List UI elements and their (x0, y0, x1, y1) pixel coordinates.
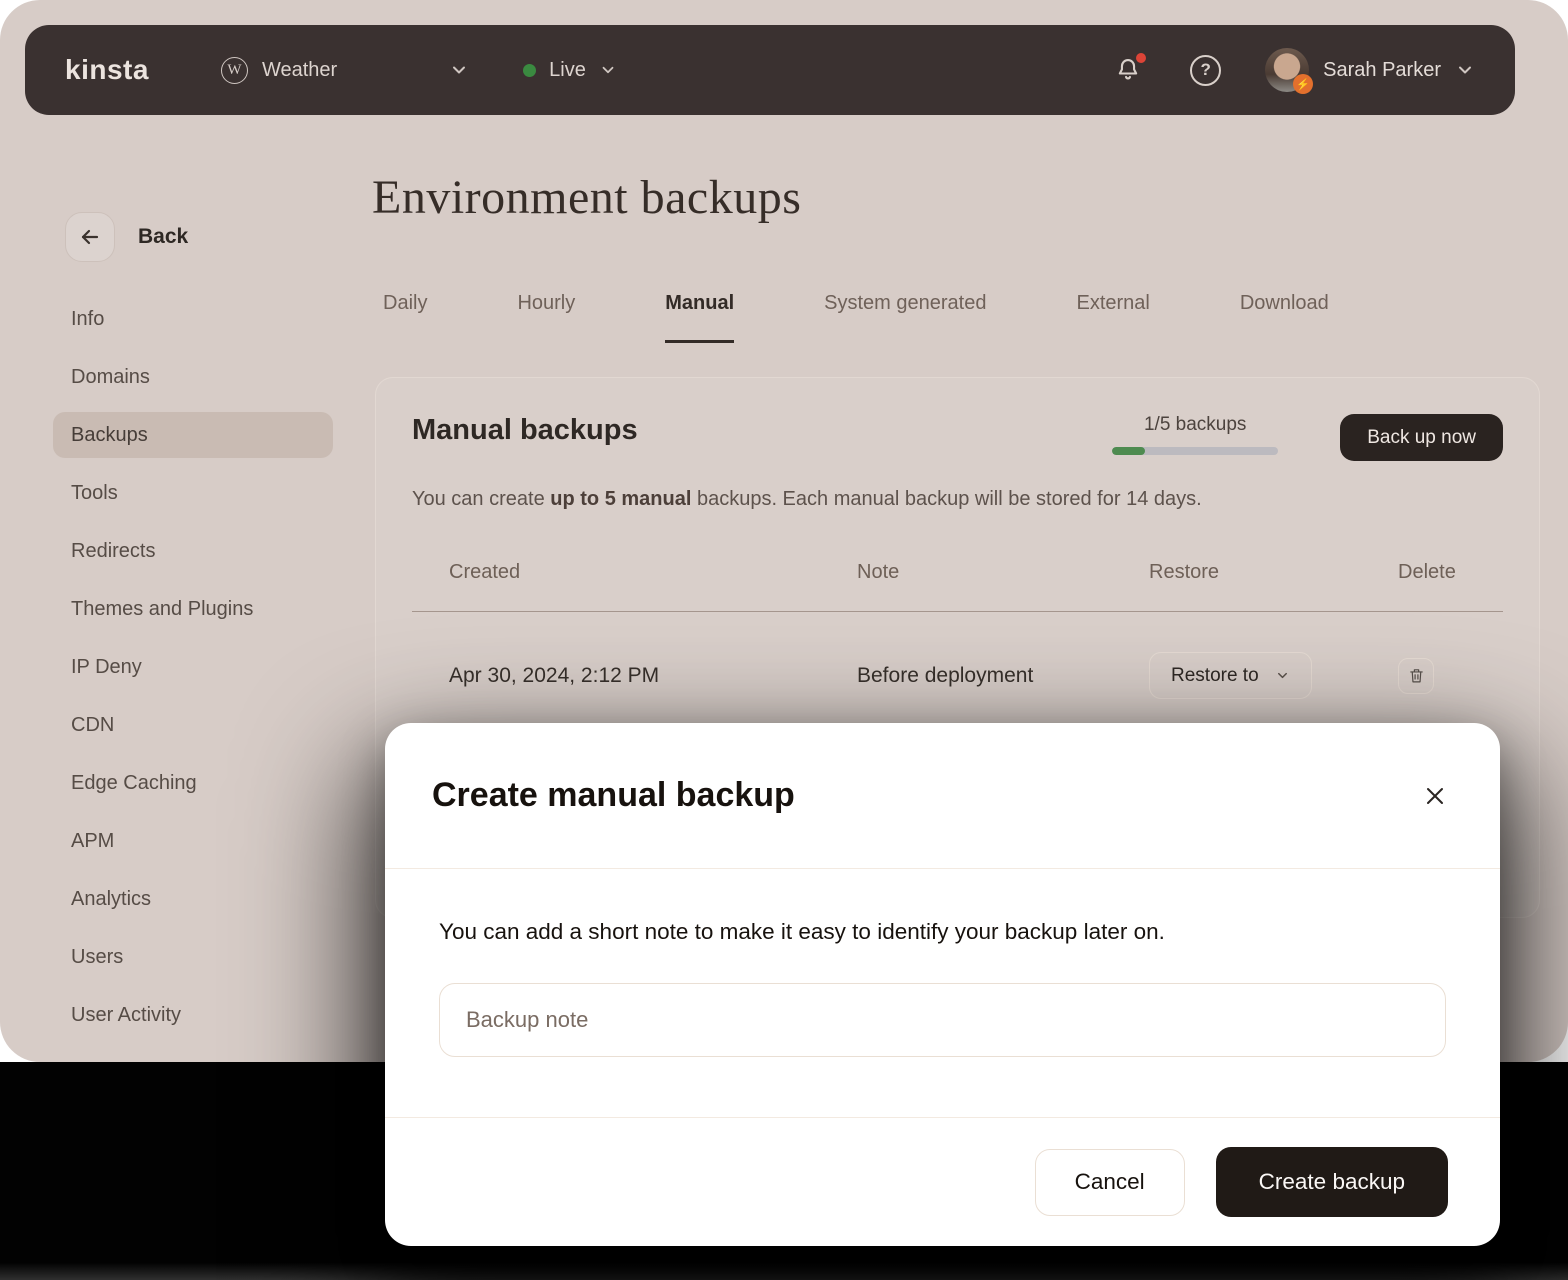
close-button[interactable] (1417, 778, 1453, 814)
sidebar-item-redirects[interactable]: Redirects (53, 528, 333, 574)
live-status-dot (523, 64, 536, 77)
sidebar-item-info[interactable]: Info (53, 296, 333, 342)
chevron-down-icon (599, 61, 617, 79)
chevron-down-icon (1275, 668, 1290, 683)
sidebar-item-apm[interactable]: APM (53, 818, 333, 864)
notification-dot (1136, 53, 1146, 63)
card-description-bold: up to 5 manual (550, 488, 691, 510)
tab-system-generated[interactable]: System generated (824, 292, 986, 343)
backup-quota-label: 1/5 backups (1112, 414, 1278, 436)
sidebar-item-users[interactable]: Users (53, 934, 333, 980)
environment-label: Live (549, 59, 586, 82)
tab-manual[interactable]: Manual (665, 292, 734, 343)
avatar: ⚡ (1265, 48, 1309, 92)
page-title: Environment backups (372, 170, 801, 225)
column-header-restore: Restore (1149, 561, 1398, 584)
sidebar-menu: Info Domains Backups Tools Redirects The… (53, 296, 333, 1050)
nav-right-group: ? ⚡ Sarah Parker (1114, 48, 1475, 92)
backup-quota: 1/5 backups (1112, 414, 1278, 455)
lightning-badge: ⚡ (1293, 74, 1313, 94)
site-name: Weather (262, 59, 337, 82)
create-backup-modal: Create manual backup You can add a short… (385, 723, 1500, 1246)
modal-description: You can add a short note to make it easy… (439, 919, 1446, 945)
help-button[interactable]: ? (1190, 55, 1221, 86)
back-up-now-button[interactable]: Back up now (1340, 414, 1503, 461)
tab-hourly[interactable]: Hourly (517, 292, 575, 343)
user-name: Sarah Parker (1323, 59, 1441, 82)
sidebar-item-tools[interactable]: Tools (53, 470, 333, 516)
tab-download[interactable]: Download (1240, 292, 1329, 343)
column-header-delete: Delete (1398, 561, 1503, 584)
card-description: You can create up to 5 manual backups. E… (412, 488, 1503, 511)
close-icon (1423, 784, 1447, 808)
cancel-button[interactable]: Cancel (1035, 1149, 1185, 1216)
sidebar-item-edge-caching[interactable]: Edge Caching (53, 760, 333, 806)
backup-tabs: Daily Hourly Manual System generated Ext… (383, 292, 1329, 343)
chevron-down-icon (1455, 60, 1475, 80)
sidebar-item-analytics[interactable]: Analytics (53, 876, 333, 922)
backups-table: Created Note Restore Delete Apr 30, 2024… (412, 511, 1503, 699)
sidebar-item-ip-deny[interactable]: IP Deny (53, 644, 333, 690)
column-header-created: Created (412, 561, 857, 584)
kinsta-logo: kinsta (65, 54, 149, 86)
delete-cell (1398, 658, 1503, 694)
notifications-button[interactable] (1114, 56, 1142, 84)
backup-note-input[interactable] (439, 983, 1446, 1057)
restore-to-button[interactable]: Restore to (1149, 652, 1312, 699)
trash-icon (1408, 667, 1425, 684)
environment-selector[interactable]: Live (523, 59, 617, 82)
wordpress-icon: W (221, 57, 248, 84)
card-header: Manual backups 1/5 backups Back up now (376, 378, 1539, 461)
backup-quota-track (1112, 447, 1278, 455)
back-label: Back (138, 225, 188, 249)
backup-created-cell: Apr 30, 2024, 2:12 PM (412, 664, 857, 688)
top-nav: kinsta W Weather Live ? (25, 25, 1515, 115)
tab-daily[interactable]: Daily (383, 292, 427, 343)
modal-footer: Cancel Create backup (385, 1117, 1500, 1246)
arrow-left-icon[interactable] (65, 212, 115, 262)
table-header-row: Created Note Restore Delete (412, 511, 1503, 612)
sidebar-item-backups[interactable]: Backups (53, 412, 333, 458)
create-backup-button[interactable]: Create backup (1216, 1147, 1448, 1217)
app-canvas: kinsta W Weather Live ? (0, 0, 1568, 1280)
tab-external[interactable]: External (1076, 292, 1149, 343)
sidebar-item-user-activity[interactable]: User Activity (53, 992, 333, 1038)
site-selector[interactable]: W Weather (221, 57, 337, 84)
sidebar-item-cdn[interactable]: CDN (53, 702, 333, 748)
sidebar-item-themes-and-plugins[interactable]: Themes and Plugins (53, 586, 333, 632)
column-header-note: Note (857, 561, 1149, 584)
table-row: Apr 30, 2024, 2:12 PM Before deployment … (412, 612, 1503, 699)
backup-quota-fill (1112, 447, 1145, 455)
card-title: Manual backups (412, 414, 638, 447)
sidebar-item-domains[interactable]: Domains (53, 354, 333, 400)
modal-body: You can add a short note to make it easy… (385, 869, 1500, 1057)
back-button[interactable]: Back (65, 212, 188, 262)
user-menu[interactable]: ⚡ Sarah Parker (1265, 48, 1475, 92)
backup-note-cell: Before deployment (857, 664, 1149, 688)
modal-title: Create manual backup (432, 776, 795, 815)
modal-header: Create manual backup (385, 723, 1500, 869)
chevron-down-icon[interactable] (449, 60, 469, 80)
delete-backup-button[interactable] (1398, 658, 1434, 694)
